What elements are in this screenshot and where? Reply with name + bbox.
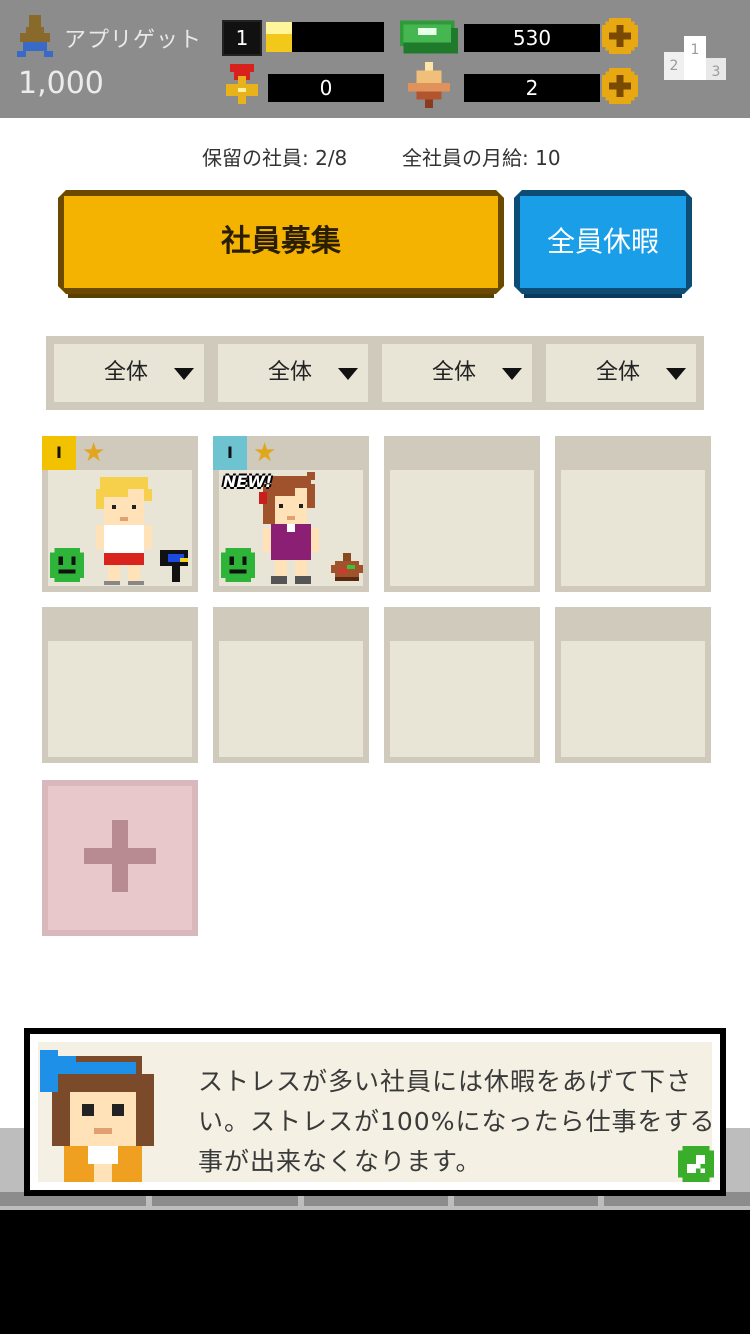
tutorial-dialog[interactable]: ストレスが多い社員には休暇をあげて下さい。ストレスが100%になったら仕事をする… [24, 1028, 726, 1196]
dropdown-icon [502, 368, 522, 380]
dialog-body: ストレスが多い社員には休暇をあげて下さい。ストレスが100%になったら仕事をする… [38, 1042, 714, 1182]
dropdown-icon [338, 368, 358, 380]
add-slot-button[interactable] [42, 780, 198, 936]
slot-body [390, 470, 534, 586]
coin-icon[interactable] [602, 68, 638, 104]
dropdown-icon [174, 368, 194, 380]
gem-icon [408, 62, 450, 108]
ranking-icon[interactable]: 1 2 3 [664, 36, 726, 80]
filter-label: 全体 [268, 360, 313, 385]
level-indicator: 1 [222, 20, 262, 56]
slot-body [219, 641, 363, 757]
plus-icon-vertical [112, 820, 128, 892]
filter-dropdown-2[interactable]: 全体 [218, 344, 368, 402]
mood-face-icon [50, 548, 84, 582]
filter-label: 全体 [104, 360, 149, 385]
empty-employee-slot[interactable] [384, 607, 540, 763]
medal-count: 0 [268, 74, 384, 102]
experience-bar-fill [266, 22, 292, 52]
empty-employee-slot[interactable] [42, 607, 198, 763]
gem-count: 2 [464, 74, 600, 102]
vacation-all-button[interactable]: 全員休暇 [514, 190, 692, 304]
recruit-button-label: 社員募集 [221, 224, 341, 259]
person-icon [17, 15, 53, 57]
game-screen: アプリゲット 1,000 1 0 530 2 1 2 3 保留の社員: 2/8 … [0, 0, 750, 1210]
slot-body [48, 641, 192, 757]
company-name: アプリゲット [64, 28, 203, 53]
employee-card[interactable]: I ★ [42, 436, 198, 592]
money-amount: 1,000 [18, 66, 104, 101]
pending-staff-count: 保留の社員: 2/8 [202, 146, 348, 170]
dialog-message: ストレスが多い社員には休暇をあげて下さい。ストレスが100%になったら仕事をする… [198, 1067, 716, 1176]
status-bar: アプリゲット 1,000 1 0 530 2 1 2 3 [0, 0, 750, 118]
filter-dropdown-4[interactable]: 全体 [546, 344, 696, 402]
employee-level-tag: I [213, 436, 247, 470]
star-icon: ★ [253, 438, 277, 468]
cash-amount: 530 [464, 24, 600, 52]
medal-icon [226, 64, 258, 104]
vacation-button-label: 全員休暇 [546, 225, 659, 258]
dialog-frame: ストレスが多い社員には休暇をあげて下さい。ストレスが100%になったら仕事をする… [30, 1034, 720, 1190]
recruit-button[interactable]: 社員募集 [58, 190, 504, 304]
experience-bar [266, 22, 384, 52]
empty-employee-slot[interactable] [555, 436, 711, 592]
employee-card[interactable]: I ★ NEW! [213, 436, 369, 592]
empty-employee-slot[interactable] [384, 436, 540, 592]
empty-employee-slot[interactable] [555, 607, 711, 763]
monthly-salary-total: 全社員の月給: 10 [402, 146, 561, 170]
empty-employee-slot[interactable] [213, 607, 369, 763]
mood-face-icon [221, 548, 255, 582]
dropdown-icon [666, 368, 686, 380]
employee-sprite [96, 477, 152, 585]
pc-icon [160, 550, 188, 582]
filter-label: 全体 [596, 360, 641, 385]
svg-text:2: 2 [670, 58, 679, 74]
secretary-portrait [40, 1050, 154, 1182]
cash-icon [400, 20, 458, 54]
coin-icon[interactable] [602, 18, 638, 54]
slot-body [390, 641, 534, 757]
filter-row: 全体 全体 全体 全体 [46, 336, 704, 410]
next-icon[interactable] [678, 1146, 714, 1182]
svg-text:3: 3 [712, 64, 721, 80]
svg-text:1: 1 [691, 42, 700, 58]
employee-level-tag: I [42, 436, 76, 470]
filter-dropdown-1[interactable]: 全体 [54, 344, 204, 402]
pot-icon [331, 553, 363, 581]
filter-label: 全体 [432, 360, 477, 385]
slot-body [561, 641, 705, 757]
slot-body [561, 470, 705, 586]
star-icon: ★ [82, 438, 106, 468]
new-badge: NEW! [223, 472, 273, 491]
filter-dropdown-3[interactable]: 全体 [382, 344, 532, 402]
